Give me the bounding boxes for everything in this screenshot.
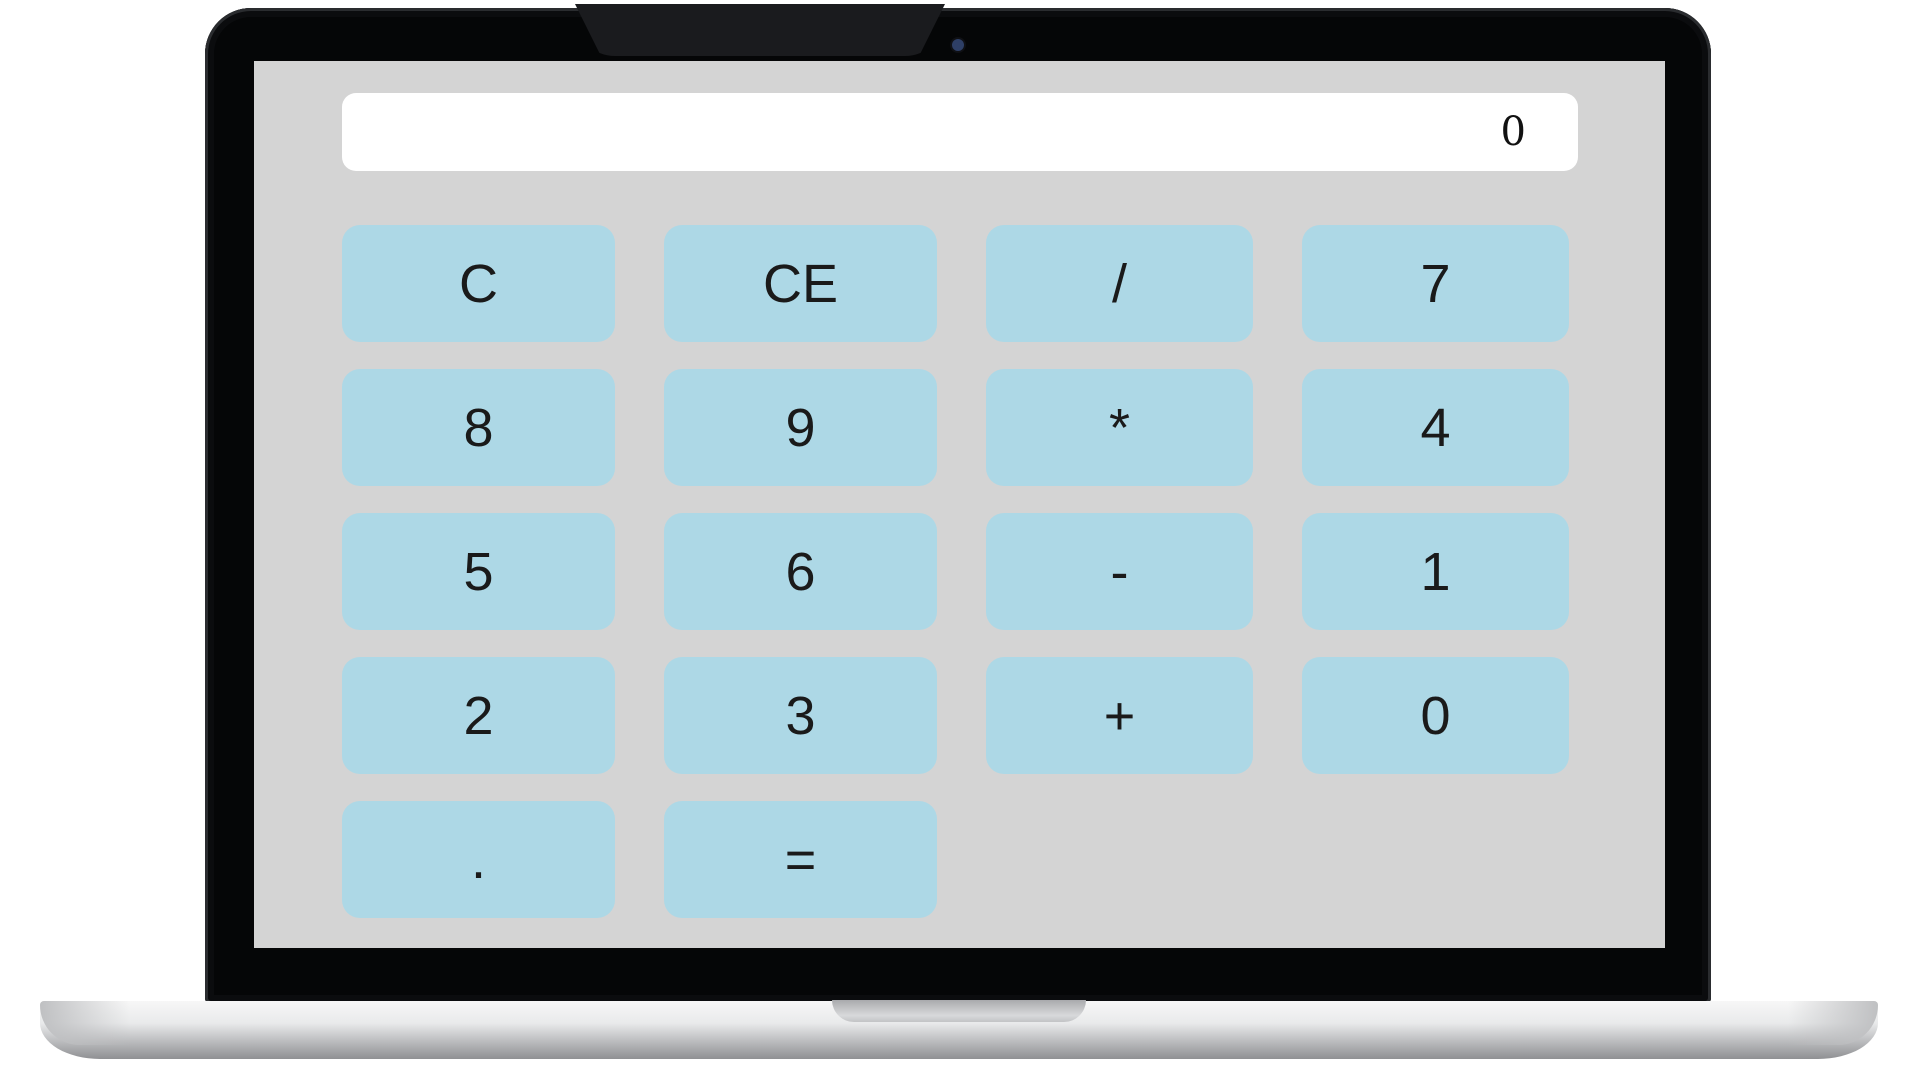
digit-1-button[interactable]: 1 [1302, 513, 1569, 630]
digit-7-button[interactable]: 7 [1302, 225, 1569, 342]
equals-button[interactable]: = [664, 801, 937, 918]
add-button[interactable]: + [986, 657, 1253, 774]
digit-8-button[interactable]: 8 [342, 369, 615, 486]
digit-5-button[interactable]: 5 [342, 513, 615, 630]
digit-4-button[interactable]: 4 [1302, 369, 1569, 486]
calculator-keypad: C CE / 7 8 9 * 4 5 6 - 1 2 3 + 0 . = [342, 225, 1578, 918]
clear-button[interactable]: C [342, 225, 615, 342]
camera-housing [575, 4, 945, 56]
digit-9-button[interactable]: 9 [664, 369, 937, 486]
digit-3-button[interactable]: 3 [664, 657, 937, 774]
subtract-button[interactable]: - [986, 513, 1253, 630]
multiply-button[interactable]: * [986, 369, 1253, 486]
laptop-opening-notch [832, 1000, 1086, 1022]
webcam-icon [952, 39, 964, 51]
digit-6-button[interactable]: 6 [664, 513, 937, 630]
digit-2-button[interactable]: 2 [342, 657, 615, 774]
decimal-button[interactable]: . [342, 801, 615, 918]
calculator-display: 0 [342, 93, 1578, 171]
display-value: 0 [1500, 109, 1526, 155]
laptop-screen: 0 C CE / 7 8 9 * 4 5 6 - 1 2 3 + 0 . = [254, 61, 1665, 948]
clear-entry-button[interactable]: CE [664, 225, 937, 342]
divide-button[interactable]: / [986, 225, 1253, 342]
digit-0-button[interactable]: 0 [1302, 657, 1569, 774]
